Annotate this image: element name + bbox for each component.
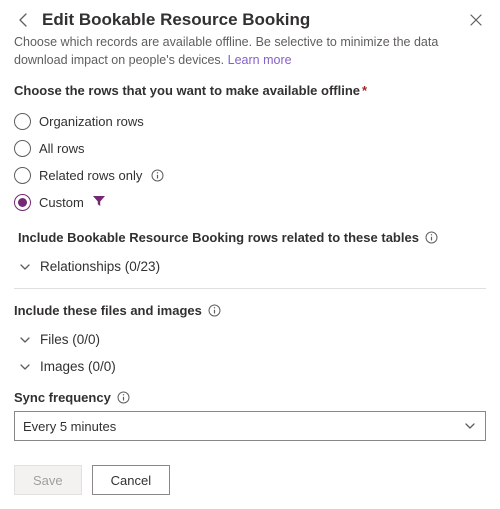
info-icon[interactable] <box>117 391 131 405</box>
images-label: Images (0/0) <box>40 359 116 374</box>
save-button: Save <box>14 465 82 495</box>
info-icon[interactable] <box>150 169 164 183</box>
sync-frequency-label: Sync frequency <box>14 390 486 405</box>
radio-organization-rows[interactable]: Organization rows <box>14 108 486 135</box>
required-asterisk: * <box>362 83 367 98</box>
relationships-expander[interactable]: Relationships (0/23) <box>14 253 486 280</box>
relationships-label: Relationships (0/23) <box>40 259 160 274</box>
chevron-down-icon <box>18 360 32 374</box>
chevron-down-icon <box>18 260 32 274</box>
info-icon[interactable] <box>425 231 439 245</box>
dialog-subtitle: Choose which records are available offli… <box>14 34 486 69</box>
back-icon[interactable] <box>14 10 34 30</box>
radio-custom[interactable]: Custom <box>14 189 486 216</box>
sync-frequency-select[interactable]: Every 5 minutes <box>14 411 486 441</box>
radio-label: Related rows only <box>39 168 142 183</box>
radio-icon <box>14 167 31 184</box>
chevron-down-icon <box>463 419 477 433</box>
files-label: Files (0/0) <box>40 332 100 347</box>
images-expander[interactable]: Images (0/0) <box>14 353 486 380</box>
select-value: Every 5 minutes <box>23 419 116 434</box>
subtitle-text: Choose which records are available offli… <box>14 35 438 67</box>
dialog-title: Edit Bookable Resource Booking <box>42 10 458 30</box>
radio-icon <box>14 113 31 130</box>
rows-section-label: Choose the rows that you want to make av… <box>14 83 486 98</box>
rows-radio-group: Organization rows All rows Related rows … <box>14 108 486 216</box>
radio-label: All rows <box>39 141 85 156</box>
cancel-button[interactable]: Cancel <box>92 465 170 495</box>
radio-related-rows-only[interactable]: Related rows only <box>14 162 486 189</box>
filter-icon[interactable] <box>92 194 106 211</box>
learn-more-link[interactable]: Learn more <box>228 53 292 67</box>
radio-label: Organization rows <box>39 114 144 129</box>
close-icon[interactable] <box>466 10 486 30</box>
info-icon[interactable] <box>208 304 222 318</box>
radio-icon <box>14 194 31 211</box>
radio-icon <box>14 140 31 157</box>
files-images-label: Include these files and images <box>14 303 486 318</box>
chevron-down-icon <box>18 333 32 347</box>
radio-label: Custom <box>39 195 84 210</box>
radio-all-rows[interactable]: All rows <box>14 135 486 162</box>
divider <box>14 288 486 289</box>
related-tables-label: Include Bookable Resource Booking rows r… <box>14 230 486 245</box>
files-expander[interactable]: Files (0/0) <box>14 326 486 353</box>
